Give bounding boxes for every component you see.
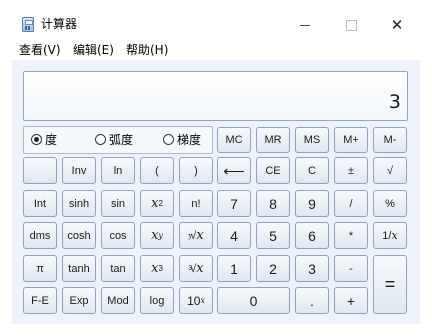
x-label: x	[196, 228, 204, 243]
cos-button[interactable]: cos	[101, 222, 135, 249]
sin-button[interactable]: sin	[101, 190, 135, 217]
fixed-exponent-button[interactable]: F-E	[23, 287, 57, 314]
radio-label: 梯度	[177, 133, 202, 147]
title-bar: 计算器 ✕	[0, 0, 432, 40]
menu-edit[interactable]: 编辑(E)	[73, 43, 114, 57]
modulo-button[interactable]: Mod	[101, 287, 135, 314]
nth-root-button[interactable]: y √ x	[179, 222, 213, 249]
ln-button[interactable]: ln	[101, 157, 135, 184]
right-paren-button[interactable]: )	[179, 157, 213, 184]
radio-label: 度	[45, 133, 58, 147]
digit-8-button[interactable]: 8	[256, 190, 290, 217]
blank-button	[23, 157, 57, 184]
power-button[interactable]: xy	[140, 222, 174, 249]
decimal-button[interactable]: .	[295, 287, 329, 314]
radio-label: 弧度	[109, 133, 134, 147]
digit-3-button[interactable]: 3	[295, 255, 329, 282]
calculator-icon	[22, 17, 34, 32]
square-button[interactable]: x2	[140, 190, 174, 217]
square-root-button[interactable]: √	[373, 157, 407, 184]
x-label: x	[151, 196, 159, 211]
x-label: x	[196, 261, 204, 276]
maximize-icon	[345, 19, 357, 31]
menu-bar: 查看(V) 编辑(E) 帮助(H)	[0, 40, 432, 60]
reciprocal-label: 1/	[382, 229, 392, 242]
close-icon: ✕	[390, 16, 404, 34]
equals-button[interactable]: =	[373, 255, 407, 314]
ten-power-button[interactable]: 10 x	[179, 287, 213, 314]
pi-button[interactable]: π	[23, 255, 57, 282]
display-value: 3	[388, 91, 401, 113]
negate-button[interactable]: ±	[334, 157, 368, 184]
digit-7-button[interactable]: 7	[217, 190, 251, 217]
integer-button[interactable]: Int	[23, 190, 57, 217]
digit-0-button[interactable]: 0	[217, 287, 290, 314]
factorial-button[interactable]: n!	[179, 190, 213, 217]
clear-entry-button[interactable]: CE	[256, 157, 290, 184]
reciprocal-button[interactable]: 1/x	[373, 222, 407, 249]
multiply-button[interactable]: *	[334, 222, 368, 249]
left-paren-button[interactable]: (	[140, 157, 174, 184]
subtract-button[interactable]: -	[334, 255, 368, 282]
menu-view[interactable]: 查看(V)	[19, 43, 61, 57]
inverse-button[interactable]: Inv	[62, 157, 96, 184]
memory-store-button[interactable]: MS	[295, 127, 329, 153]
add-button[interactable]: +	[334, 287, 368, 314]
digit-9-button[interactable]: 9	[295, 190, 329, 217]
backspace-button[interactable]: ⟵	[217, 157, 251, 184]
close-button[interactable]: ✕	[374, 10, 420, 40]
digit-4-button[interactable]: 4	[217, 222, 251, 249]
cosh-button[interactable]: cosh	[62, 222, 96, 249]
menu-help[interactable]: 帮助(H)	[126, 43, 168, 57]
minimize-icon	[300, 24, 310, 26]
window-title: 计算器	[41, 17, 78, 31]
sinh-button[interactable]: sinh	[62, 190, 96, 217]
result-display: 3	[23, 71, 408, 121]
memory-subtract-button[interactable]: M-	[373, 127, 407, 153]
divide-button[interactable]: /	[334, 190, 368, 217]
percent-button[interactable]: %	[373, 190, 407, 217]
clear-button[interactable]: C	[295, 157, 329, 184]
backspace-icon: ⟵	[223, 162, 245, 180]
memory-clear-button[interactable]: MC	[217, 127, 251, 153]
digit-6-button[interactable]: 6	[295, 222, 329, 249]
digit-2-button[interactable]: 2	[256, 255, 290, 282]
minimize-button[interactable]	[282, 10, 328, 40]
cube-button[interactable]: x3	[140, 255, 174, 282]
radio-checked-icon	[31, 134, 42, 145]
x-label: x	[391, 229, 398, 242]
tanh-button[interactable]: tanh	[62, 255, 96, 282]
radio-unchecked-icon	[163, 134, 174, 145]
digit-5-button[interactable]: 5	[256, 222, 290, 249]
digit-1-button[interactable]: 1	[217, 255, 251, 282]
dms-button[interactable]: dms	[23, 222, 57, 249]
tan-button[interactable]: tan	[101, 255, 135, 282]
exp-button[interactable]: Exp	[62, 287, 96, 314]
angle-unit-group: 度 弧度 梯度	[23, 126, 213, 154]
memory-add-button[interactable]: M+	[334, 127, 368, 153]
log-button[interactable]: log	[140, 287, 174, 314]
radio-unchecked-icon	[95, 134, 106, 145]
memory-recall-button[interactable]: MR	[256, 127, 290, 153]
base-label: 10	[187, 293, 201, 308]
maximize-button[interactable]	[328, 10, 374, 40]
x-label: x	[151, 261, 159, 276]
cube-root-button[interactable]: 3 √ x	[179, 255, 213, 282]
